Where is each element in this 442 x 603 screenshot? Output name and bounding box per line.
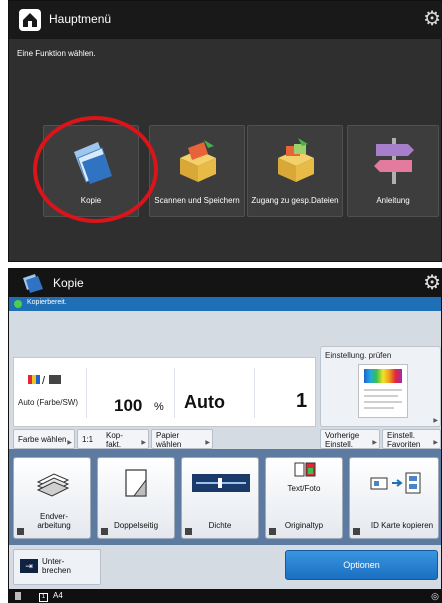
two-sided-icon (122, 468, 152, 503)
interrupt-button[interactable]: ⇥ Unter-brechen (13, 549, 101, 585)
finishing-button[interactable]: Endver-arbeitung (13, 457, 91, 539)
svg-text:/: / (42, 375, 46, 386)
tile-guide[interactable]: Anleitung (347, 125, 439, 217)
check-settings-button[interactable]: Einstellung. prüfen ▶ (320, 346, 441, 427)
finishing-icon (36, 468, 70, 501)
copy-ratio-button[interactable]: 1:1 Kop-fakt. ▶ (77, 429, 149, 449)
scan-folder-icon (174, 136, 222, 187)
settings-gear-icon[interactable]: ⚙ (423, 271, 441, 295)
expand-arrow-icon: ▶ (205, 440, 210, 446)
copy-icon (21, 272, 45, 297)
previous-settings-label: Vorherige Einstell. (325, 431, 360, 449)
copy-title: Kopie (53, 276, 84, 290)
original-type-button[interactable]: Text/Foto Originaltyp (265, 457, 343, 539)
two-sided-button[interactable]: Doppelseitig (97, 457, 175, 539)
tile-scan-and-store-label: Scannen und Speichern (154, 196, 240, 205)
original-type-label: Originaltyp (284, 521, 324, 530)
expand-arrow-icon: ▶ (67, 440, 72, 446)
copy-count[interactable]: 1 (296, 390, 307, 413)
paper-value: Auto (184, 392, 225, 412)
id-card-icon (370, 472, 422, 497)
copy-ratio-label: Kop-fakt. (106, 431, 123, 449)
id-card-copy-button[interactable]: ID Karte kopieren (349, 457, 439, 539)
expand-arrow-icon: ▶ (141, 440, 146, 446)
density-slider-icon (192, 474, 250, 495)
status-text: Kopierbereit. (27, 299, 67, 306)
expand-arrow-icon: ▶ (433, 440, 438, 446)
divider (86, 368, 87, 418)
signpost-icon (370, 134, 418, 189)
home-icon[interactable] (19, 9, 41, 31)
main-menu-screen: Hauptmenü ⚙ Eine Funktion wählen. Kopie … (8, 0, 442, 262)
tile-scan-and-store[interactable]: Scannen und Speichern (149, 125, 245, 217)
copy-screen: Kopie ⚙ Kopierbereit. / Auto (Farbe/SW) … (8, 268, 442, 603)
copy-header: Kopie ⚙ (9, 269, 441, 297)
select-color-label: Farbe wählen (18, 435, 67, 444)
main-menu-subtitle: Eine Funktion wählen. (17, 49, 96, 58)
density-button[interactable]: Dichte (181, 457, 259, 539)
preview-thumbnail (358, 364, 408, 418)
divider (174, 368, 175, 418)
divider (254, 368, 255, 418)
color-mode-icon: / (28, 374, 62, 389)
bottom-action-bar: ⇥ Unter-brechen Optionen (9, 545, 441, 589)
text-line (364, 395, 398, 397)
copy-ratio-value: 100 (114, 396, 143, 415)
lock-icon (15, 592, 21, 600)
tile-guide-label: Anleitung (376, 196, 410, 205)
interrupt-label: Unter-brechen (42, 557, 71, 575)
ready-indicator-icon (14, 300, 22, 308)
tile-access-stored-files[interactable]: Zugang zu gesp.Dateien (247, 125, 343, 217)
main-menu-header: Hauptmenü ⚙ (9, 1, 442, 39)
expand-arrow-icon: ▶ (372, 440, 377, 446)
select-paper-label: Papier wählen (156, 431, 182, 449)
function-bar: Endver-arbeitung Doppelseitig Dichte Tex… (9, 449, 441, 545)
select-paper-button[interactable]: Papier wählen ▶ (151, 429, 213, 449)
status-bar: Kopierbereit. (9, 297, 441, 311)
footer-status-bar: 1 A4 ◎ (9, 589, 441, 602)
interrupt-icon: ⇥ (20, 559, 38, 573)
check-settings-label: Einstellung. prüfen (325, 351, 392, 360)
copy-ratio-unit: % (154, 401, 164, 413)
color-mode-value: Auto (Farbe/SW) (18, 398, 79, 407)
ratio-prefix: 1:1 (82, 435, 94, 444)
tray-icon: 1 (39, 593, 48, 602)
original-type-value: Text/Foto (287, 484, 321, 493)
options-button[interactable]: Optionen (285, 550, 438, 580)
select-color-button[interactable]: Farbe wählen ▶ (13, 429, 75, 449)
density-label: Dichte (208, 521, 232, 530)
settings-summary: / Auto (Farbe/SW) 100 % Auto 1 (13, 357, 316, 427)
text-line (364, 389, 402, 391)
status-monitor-icon[interactable]: ◎ (431, 591, 439, 602)
tile-access-stored-files-label: Zugang zu gesp.Dateien (251, 196, 339, 205)
previous-settings-button[interactable]: Vorherige Einstell. ▶ (320, 429, 380, 449)
paper-tray-indicator: 1 A4 (39, 591, 63, 602)
text-line (364, 407, 394, 409)
expand-arrow-icon: ▶ (433, 418, 438, 424)
text-line (364, 401, 402, 403)
two-sided-label: Doppelseitig (113, 521, 159, 530)
highlight-circle (33, 116, 158, 223)
stored-files-icon (272, 136, 320, 187)
original-type-icon (294, 462, 316, 481)
finishing-label: Endver-arbeitung (37, 512, 71, 530)
favorite-settings-label: Einstell. Favoriten (387, 431, 421, 449)
settings-gear-icon[interactable]: ⚙ (423, 7, 441, 31)
color-preview (364, 369, 402, 383)
favorite-settings-button[interactable]: Einstell. Favoriten ▶ (382, 429, 441, 449)
id-card-copy-label: ID Karte kopieren (370, 521, 434, 530)
main-menu-title: Hauptmenü (49, 12, 112, 26)
tray-paper-size: A4 (53, 591, 63, 600)
